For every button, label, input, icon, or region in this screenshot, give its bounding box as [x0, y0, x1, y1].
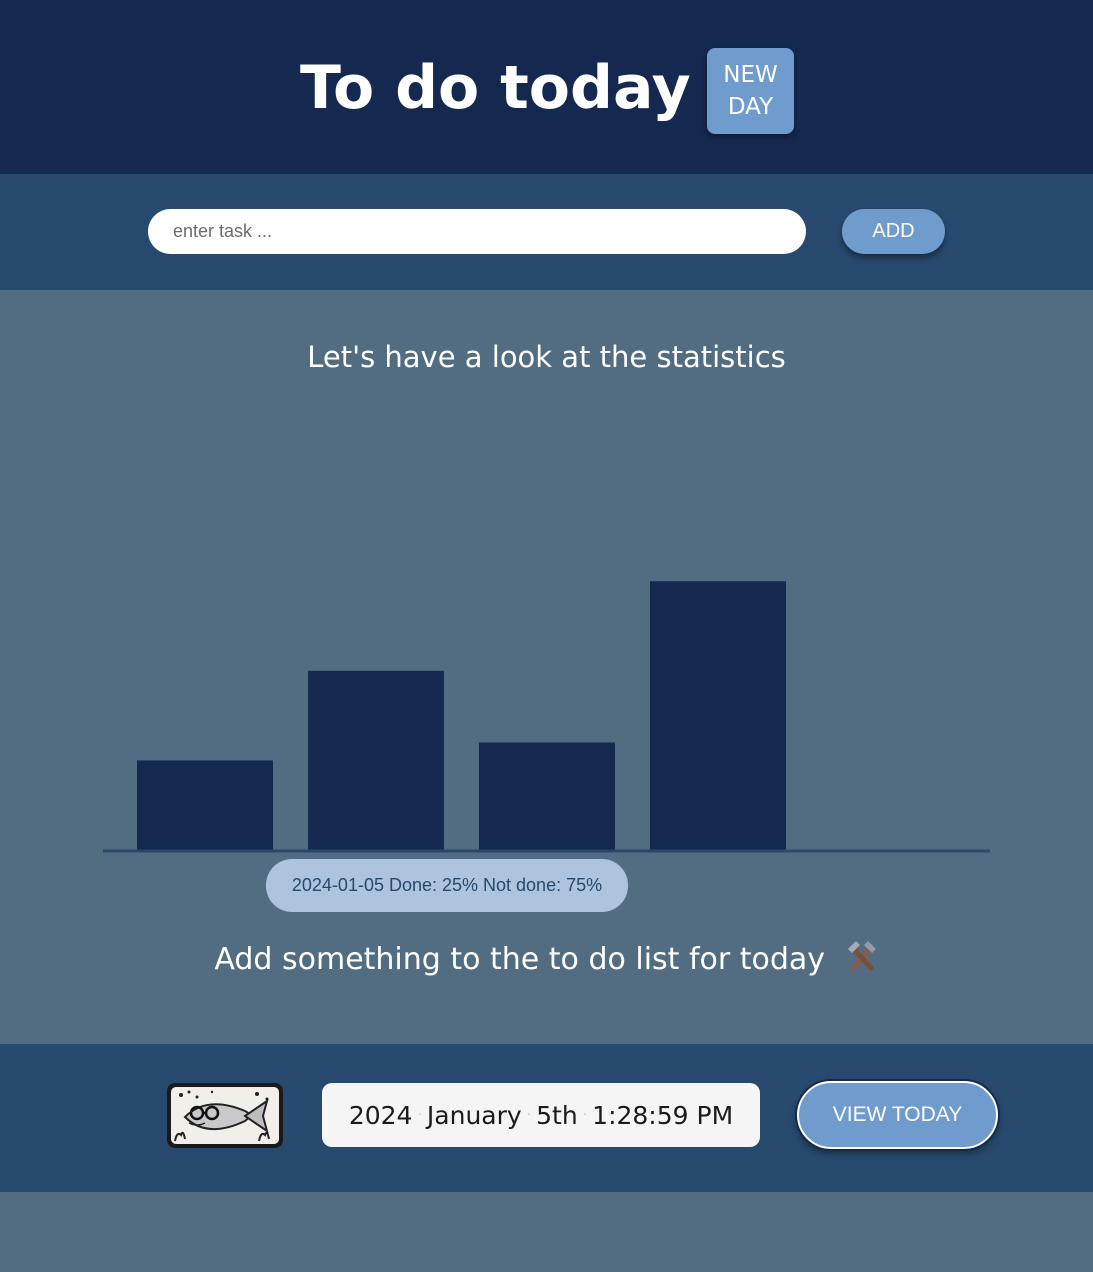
empty-list-message: Add something to the to do list for toda…: [0, 940, 1093, 977]
hammer-and-pick-icon: [845, 940, 879, 974]
current-date-time: 2024 · January · 5th · 1:28:59 PM: [322, 1083, 760, 1147]
new-day-button[interactable]: NEW DAY: [707, 48, 794, 134]
fish-with-glasses-icon: [167, 1083, 283, 1148]
date-year: 2024: [348, 1100, 413, 1130]
chart-tooltip: 2024-01-05 Done: 25% Not done: 75%: [266, 859, 628, 912]
date-separator: ·: [582, 1107, 588, 1123]
new-day-label-line1: NEW: [723, 62, 778, 88]
date-separator: ·: [526, 1107, 532, 1123]
date-separator: ·: [417, 1107, 422, 1123]
chart-bar[interactable]: [479, 742, 615, 851]
task-input[interactable]: [148, 209, 806, 254]
new-day-label-line2: DAY: [727, 94, 774, 120]
empty-list-text: Add something to the to do list for toda…: [214, 942, 826, 977]
chart-bar[interactable]: [137, 760, 273, 850]
chart-bar[interactable]: [308, 670, 444, 850]
chart-bar[interactable]: [650, 581, 786, 850]
page-title: To do today: [300, 53, 691, 123]
statistics-heading: Let's have a look at the statistics: [307, 340, 786, 374]
add-task-button[interactable]: ADD: [842, 209, 945, 254]
date-time: 1:28:59 PM: [592, 1100, 734, 1130]
view-today-button[interactable]: VIEW TODAY: [797, 1081, 998, 1149]
date-day: 5th: [536, 1100, 578, 1130]
date-month: January: [426, 1100, 522, 1130]
statistics-bar-chart: [103, 581, 990, 853]
header: To do today NEW DAY: [0, 0, 1093, 174]
